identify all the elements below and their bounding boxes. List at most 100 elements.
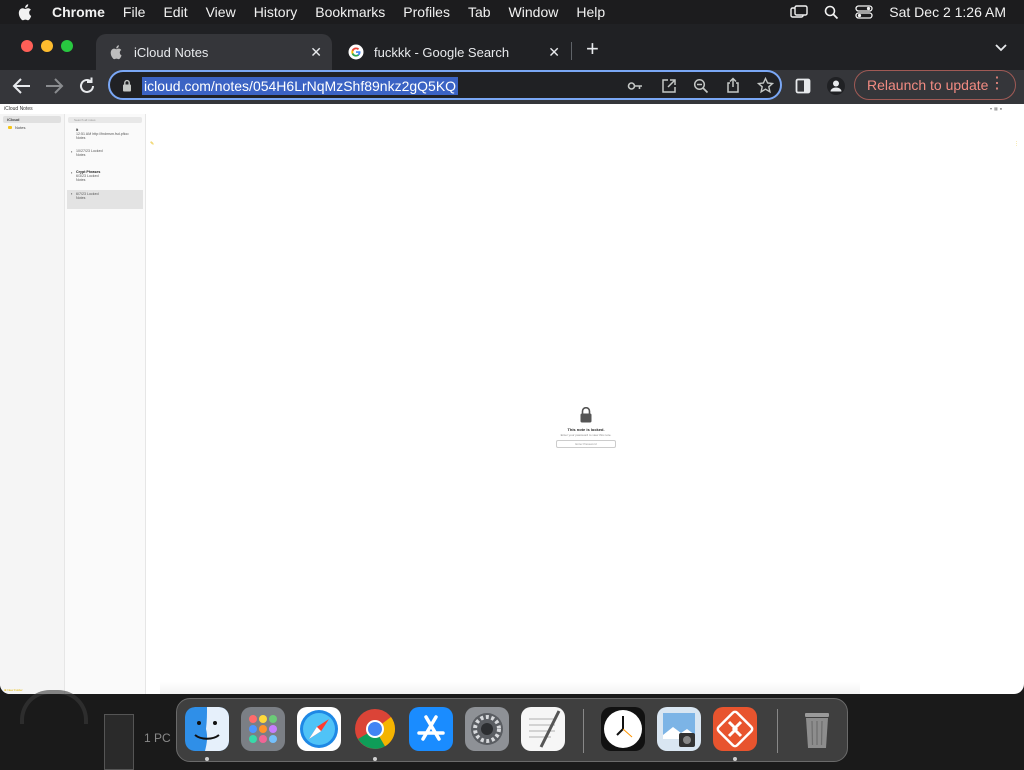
share-icon[interactable] [725, 77, 741, 94]
list-item[interactable]: ▪ 10/27/23 Locked Notes [67, 149, 143, 165]
password-placeholder: Enter Password [575, 442, 597, 446]
key-icon[interactable] [627, 78, 643, 94]
tab-title: fuckkk - Google Search [374, 44, 510, 60]
close-tab-icon[interactable]: ✕ [548, 44, 560, 61]
relaunch-to-update-button[interactable]: Relaunch to update ⋮ [854, 70, 1016, 100]
dock-separator [777, 709, 778, 753]
tab-icloud-notes[interactable]: iCloud Notes ✕ [96, 34, 332, 70]
google-chrome-icon[interactable] [353, 707, 397, 751]
lock-icon[interactable] [122, 79, 132, 92]
list-item[interactable]: It 12:51 AM http://fndmsm.fsd.pfioo Note… [67, 128, 143, 144]
finder-icon[interactable] [185, 707, 229, 751]
password-input[interactable]: Enter Password [556, 440, 616, 448]
close-tab-icon[interactable]: ✕ [310, 44, 322, 61]
menu-app-name[interactable]: Chrome [52, 4, 105, 20]
locked-note-title: This note is locked. [567, 427, 605, 432]
back-arrow-icon[interactable] [12, 77, 32, 95]
sidebar-account-label: iCloud [7, 117, 20, 122]
app-store-icon[interactable] [409, 707, 453, 751]
menu-bar-status: Sat Dec 2 1:26 AM [790, 0, 1006, 24]
sidebar-item-icloud[interactable]: iCloud [3, 116, 61, 123]
address-bar[interactable]: icloud.com/notes/054H6LrNqMzShf89nkz2gQ5… [108, 70, 782, 100]
desktop-wallpaper-shape [20, 690, 88, 724]
new-folder-button[interactable]: ⊕ New Folder [4, 688, 23, 692]
minimize-window-button[interactable] [41, 40, 53, 52]
safari-icon[interactable] [297, 707, 341, 751]
more-menu-icon[interactable]: ⋮ [989, 76, 1005, 92]
screen-mirroring-icon[interactable] [790, 5, 808, 19]
list-item[interactable]: ▪ Crypt Phrases 6/3/23 Locked Notes [67, 170, 143, 186]
relaunch-label: Relaunch to update [867, 77, 989, 93]
menu-bar: Chrome File Edit View History Bookmarks … [0, 0, 1024, 24]
padlock-icon [580, 407, 592, 423]
tab-title: iCloud Notes [134, 44, 209, 60]
search-input[interactable]: Search all notes [68, 117, 142, 123]
menu-view[interactable]: View [206, 4, 236, 20]
profile-avatar-icon[interactable] [826, 76, 846, 96]
tab-google-search[interactable]: fuckkk - Google Search ✕ [334, 34, 570, 70]
reload-icon[interactable] [77, 76, 97, 96]
preview-icon[interactable] [657, 707, 701, 751]
google-favicon-icon [348, 44, 364, 60]
dock-separator [583, 709, 584, 753]
lock-icon: ▪ [71, 170, 73, 175]
locked-note-subtitle: Enter your password to view this note. [560, 433, 612, 437]
url-text[interactable]: icloud.com/notes/054H6LrNqMzShf89nkz2gQ5… [142, 77, 459, 95]
note-folder: Notes [76, 178, 86, 182]
menu-file[interactable]: File [123, 4, 146, 20]
menu-bookmarks[interactable]: Bookmarks [315, 4, 385, 20]
open-in-app-icon[interactable] [661, 78, 677, 94]
web-page: iCloud Notes ▾▦● iCloud Notes ⊕ New Fold… [0, 104, 1024, 694]
account-icon[interactable]: ● [1000, 106, 1004, 111]
running-indicator [373, 757, 377, 761]
notes-app-header: iCloud Notes [4, 106, 33, 112]
system-settings-icon[interactable] [465, 707, 509, 751]
launchpad-icon[interactable] [241, 707, 285, 751]
locked-note-panel: This note is locked. Enter your password… [546, 407, 626, 448]
menu-history[interactable]: History [254, 4, 298, 20]
zoom-icon[interactable] [693, 78, 709, 94]
note-folder: Notes [76, 153, 86, 157]
menu-profiles[interactable]: Profiles [403, 4, 450, 20]
tab-divider [571, 42, 572, 60]
tab-search-chevron-icon[interactable] [995, 44, 1007, 52]
browser-toolbar: icloud.com/notes/054H6LrNqMzShf89nkz2gQ5… [0, 70, 1024, 104]
textedit-icon[interactable] [521, 707, 565, 751]
menu-edit[interactable]: Edit [163, 4, 187, 20]
notes-app-title: iCloud Notes [4, 106, 33, 112]
note-folder: Notes [76, 196, 86, 200]
page-bottom-shadow [160, 682, 860, 694]
menu-help[interactable]: Help [576, 4, 605, 20]
format-icon[interactable]: ⋮ [1014, 141, 1019, 147]
remote-desktop-icon[interactable] [713, 707, 757, 751]
apple-icon[interactable] [18, 3, 34, 21]
control-center-icon[interactable] [855, 5, 873, 19]
close-window-button[interactable] [21, 40, 33, 52]
sidebar-item-notes[interactable]: Notes [3, 124, 61, 131]
menu-window[interactable]: Window [509, 4, 559, 20]
list-item-selected[interactable]: ▪ 6/7/23 Locked Notes [67, 190, 143, 209]
running-indicator [733, 757, 737, 761]
dock [176, 698, 848, 762]
bookmark-star-icon[interactable] [757, 77, 774, 94]
lock-icon: ▪ [71, 191, 73, 196]
edit-icon[interactable]: ✎ [150, 141, 154, 147]
trash-icon[interactable] [795, 707, 839, 751]
zoom-window-button[interactable] [61, 40, 73, 52]
notes-sidebar: iCloud Notes ⊕ New Folder [0, 114, 65, 694]
lock-icon: ▪ [71, 149, 73, 154]
tab-strip: iCloud Notes ✕ fuckkk - Google Search ✕ … [0, 24, 1024, 70]
side-panel-icon[interactable] [795, 78, 811, 94]
note-folder: Notes [76, 136, 86, 140]
menu-tab[interactable]: Tab [468, 4, 491, 20]
desktop-window-thumbnail[interactable] [104, 714, 134, 770]
apple-favicon-icon [110, 45, 122, 60]
running-indicator [205, 757, 209, 761]
new-tab-button[interactable]: + [586, 38, 599, 60]
clock-icon[interactable] [601, 707, 645, 751]
menu-bar-clock[interactable]: Sat Dec 2 1:26 AM [889, 4, 1006, 20]
sidebar-folder-label: Notes [15, 125, 26, 130]
notes-header-actions: ▾▦● [990, 106, 1018, 111]
forward-arrow-icon[interactable] [44, 77, 64, 95]
search-icon[interactable] [824, 5, 839, 20]
